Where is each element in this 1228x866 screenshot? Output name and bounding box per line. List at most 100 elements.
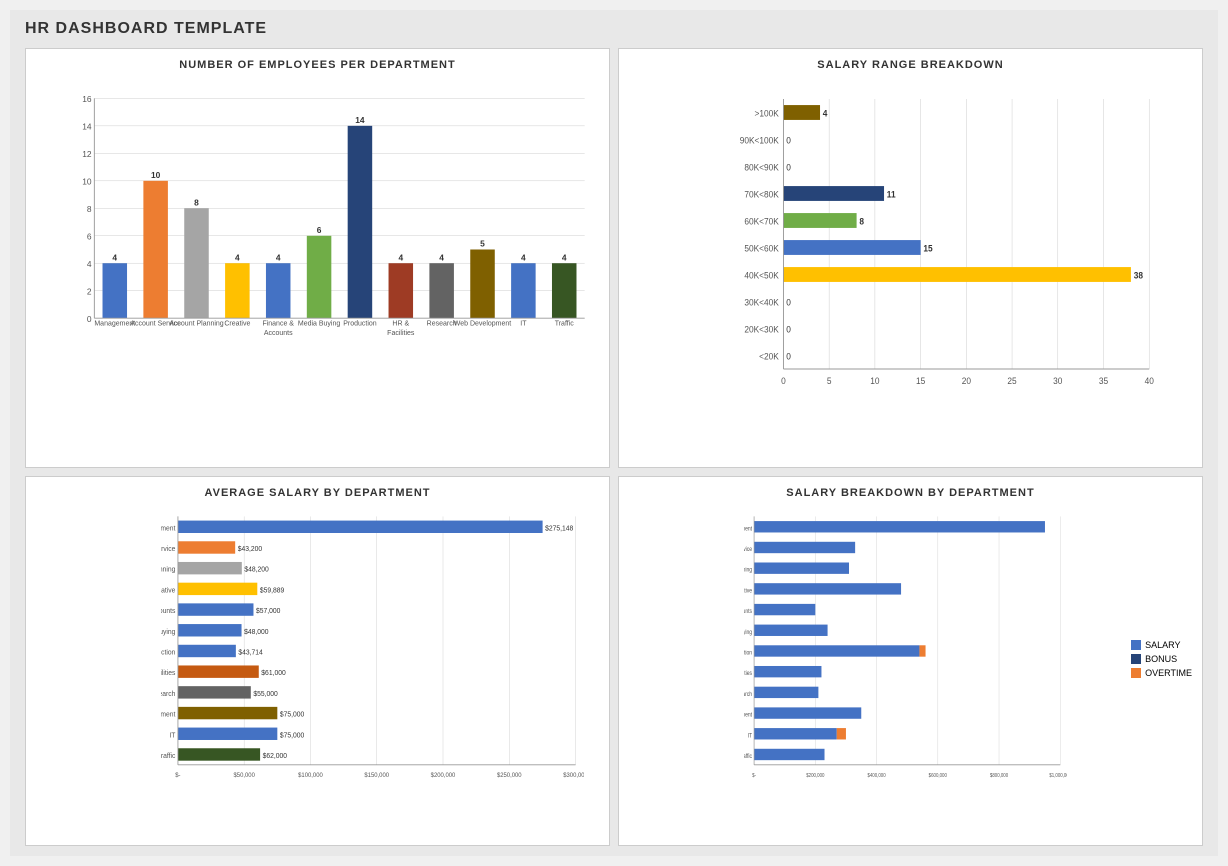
- svg-text:$59,889: $59,889: [260, 587, 285, 594]
- svg-text:Account Service: Account Service: [161, 546, 176, 553]
- svg-text:$200,000: $200,000: [431, 773, 456, 779]
- svg-text:$62,000: $62,000: [263, 753, 288, 760]
- svg-text:Account Planning: Account Planning: [169, 321, 224, 328]
- svg-text:35: 35: [1099, 376, 1108, 386]
- svg-text:30: 30: [1053, 376, 1062, 386]
- svg-text:Web Development: Web Development: [744, 712, 752, 719]
- svg-text:Media Buying: Media Buying: [744, 629, 752, 636]
- svg-text:Account Service: Account Service: [744, 547, 753, 554]
- svg-text:$250,000: $250,000: [497, 773, 522, 779]
- svg-text:Traffic: Traffic: [161, 753, 176, 760]
- svg-text:$43,714: $43,714: [238, 649, 263, 656]
- svg-text:Creative: Creative: [224, 321, 250, 328]
- svg-text:5: 5: [480, 239, 485, 249]
- svg-text:$55,000: $55,000: [253, 691, 278, 698]
- svg-text:15: 15: [923, 243, 932, 253]
- svg-text:Creative: Creative: [744, 588, 753, 595]
- svg-text:15: 15: [916, 376, 925, 386]
- charts-grid: NUMBER OF EMPLOYEES PER DEPARTMENT 0 2 4 6 8…: [25, 48, 1203, 846]
- svg-text:60K<70K: 60K<70K: [744, 216, 779, 226]
- svg-text:6: 6: [87, 231, 92, 241]
- svg-text:HR & Facilities: HR & Facilities: [161, 670, 176, 677]
- svg-text:>100K: >100K: [755, 108, 779, 118]
- legend-overtime-color: [1131, 668, 1141, 678]
- svg-text:$600,000: $600,000: [929, 773, 947, 780]
- svg-text:25: 25: [1007, 376, 1016, 386]
- svg-text:Media Buying: Media Buying: [161, 629, 176, 636]
- svg-text:$48,000: $48,000: [244, 629, 269, 636]
- svg-text:Finance & Accounts: Finance & Accounts: [161, 608, 176, 615]
- svg-text:$61,000: $61,000: [261, 670, 286, 677]
- svg-text:8: 8: [194, 197, 199, 207]
- svg-text:4: 4: [276, 252, 281, 262]
- svg-text:0: 0: [781, 376, 786, 386]
- avg-salary-chart: $- $50,000 $100,000 $150,000 $200,000 $250,00…: [41, 507, 594, 817]
- svg-text:Management: Management: [161, 525, 175, 532]
- page-title: HR DASHBOARD TEMPLATE: [25, 20, 1203, 38]
- svg-text:2: 2: [87, 286, 92, 296]
- svg-text:Management: Management: [744, 526, 752, 533]
- svg-text:Web Development: Web Development: [161, 712, 175, 719]
- svg-text:$43,200: $43,200: [238, 546, 263, 553]
- svg-text:$275,148: $275,148: [545, 525, 573, 532]
- employees-bar-chart: 02468101214164Management10Account Servic…: [41, 79, 594, 429]
- svg-text:4: 4: [823, 108, 828, 118]
- svg-text:Media Buying: Media Buying: [298, 321, 340, 328]
- svg-text:$75,000: $75,000: [280, 712, 305, 719]
- svg-text:5: 5: [827, 376, 832, 386]
- app-container: HR DASHBOARD TEMPLATE NUMBER OF EMPLOYEE…: [10, 10, 1218, 856]
- svg-text:38: 38: [1134, 270, 1143, 280]
- svg-text:8: 8: [87, 204, 92, 214]
- employees-chart-panel: NUMBER OF EMPLOYEES PER DEPARTMENT 0 2 4 6 8…: [25, 48, 610, 468]
- salary-range-chart-panel: SALARY RANGE BREAKDOWN 05101520253035404…: [618, 48, 1203, 468]
- avg-salary-chart-panel: AVERAGE SALARY BY DEPARTMENT $- $50,000 $1…: [25, 476, 610, 846]
- legend-bonus-label: BONUS: [1145, 654, 1177, 664]
- legend-bonus: BONUS: [1131, 654, 1192, 664]
- svg-text:IT: IT: [520, 321, 527, 328]
- svg-text:$800,000: $800,000: [990, 773, 1008, 780]
- svg-text:12: 12: [82, 149, 92, 159]
- svg-text:4: 4: [521, 252, 526, 262]
- svg-text:Accounts: Accounts: [264, 330, 293, 337]
- svg-text:Research: Research: [744, 691, 752, 698]
- employees-chart-title: NUMBER OF EMPLOYEES PER DEPARTMENT: [41, 59, 594, 71]
- svg-text:HR & Facilities: HR & Facilities: [744, 671, 752, 678]
- svg-text:0: 0: [786, 351, 791, 361]
- legend-salary: SALARY: [1131, 640, 1192, 650]
- svg-text:8: 8: [859, 216, 864, 226]
- svg-text:Web Development: Web Development: [454, 321, 511, 328]
- svg-text:4: 4: [87, 259, 92, 269]
- svg-text:IT: IT: [169, 732, 176, 739]
- salary-breakdown-svg: $-$200,000$400,000$600,000$800,000$1,000…: [744, 512, 1067, 787]
- svg-text:4: 4: [235, 252, 240, 262]
- salary-breakdown-chart-panel: SALARY BREAKDOWN BY DEPARTMENT $-$200,00…: [618, 476, 1203, 846]
- svg-text:Finance & Accounts: Finance & Accounts: [744, 609, 752, 616]
- svg-text:Account Planning: Account Planning: [744, 567, 752, 574]
- svg-text:$100,000: $100,000: [298, 773, 323, 779]
- svg-text:0: 0: [87, 314, 92, 324]
- salary-breakdown-legend: SALARY BONUS OVERTIME: [1131, 640, 1192, 682]
- svg-text:$75,000: $75,000: [280, 732, 305, 739]
- svg-text:10: 10: [151, 170, 161, 180]
- svg-text:4: 4: [562, 252, 567, 262]
- svg-text:Research: Research: [161, 691, 176, 698]
- svg-text:0: 0: [786, 324, 791, 334]
- svg-text:Management: Management: [94, 321, 135, 328]
- svg-text:$200,000: $200,000: [806, 773, 824, 780]
- svg-text:0: 0: [786, 162, 791, 172]
- salary-breakdown-chart: $-$200,000$400,000$600,000$800,000$1,000…: [634, 507, 1187, 817]
- svg-text:11: 11: [887, 189, 896, 199]
- svg-text:14: 14: [82, 122, 92, 132]
- svg-text:6: 6: [317, 225, 322, 235]
- salary-range-chart: 05101520253035404>100K090K<100K080K<90K1…: [634, 79, 1187, 429]
- svg-text:30K<40K: 30K<40K: [744, 297, 779, 307]
- legend-overtime: OVERTIME: [1131, 668, 1192, 678]
- svg-text:$400,000: $400,000: [867, 773, 885, 780]
- svg-text:$150,000: $150,000: [364, 773, 389, 779]
- svg-text:40K<50K: 40K<50K: [744, 270, 779, 280]
- svg-text:IT: IT: [748, 733, 753, 740]
- svg-text:$50,000: $50,000: [234, 773, 256, 779]
- avg-salary-chart-title: AVERAGE SALARY BY DEPARTMENT: [41, 487, 594, 499]
- svg-text:$-: $-: [175, 773, 180, 779]
- svg-text:16: 16: [82, 94, 92, 104]
